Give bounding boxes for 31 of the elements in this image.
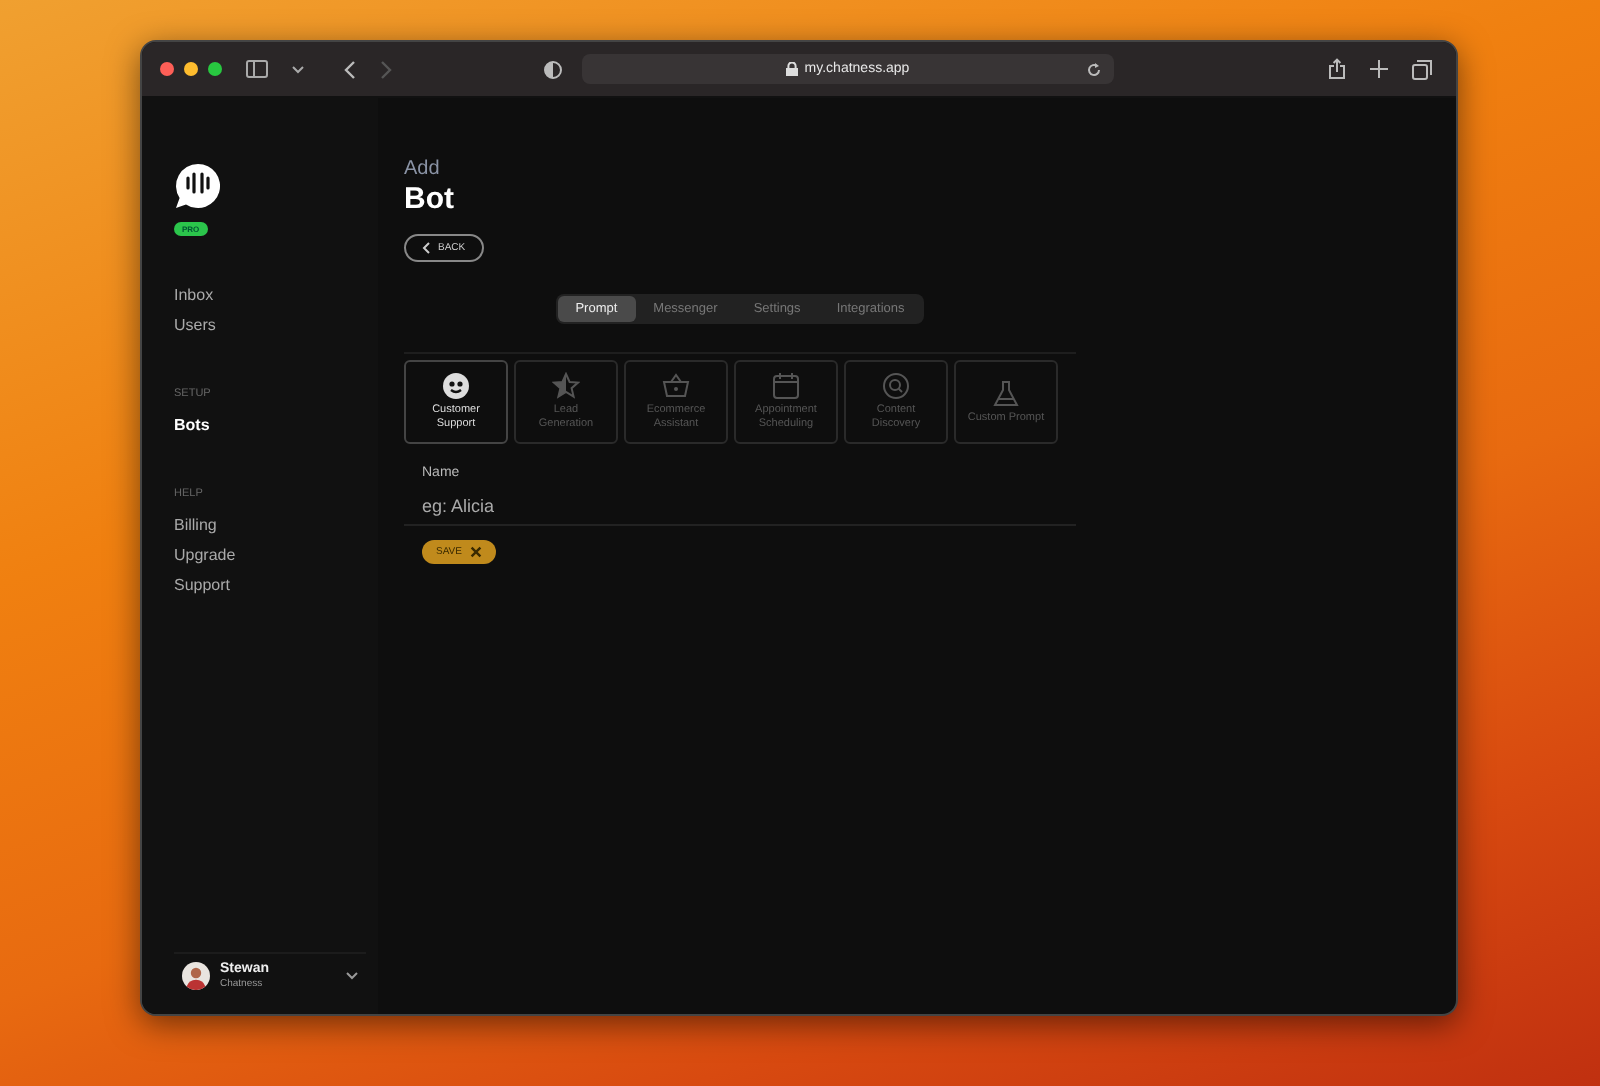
nav-item[interactable]: Billing: [174, 510, 378, 540]
chevron-down-icon[interactable]: [292, 65, 304, 73]
avatar-icon: [182, 962, 210, 990]
nav-item[interactable]: Bots: [174, 410, 378, 440]
chevron-down-icon: [346, 972, 358, 980]
search-icon: [882, 372, 910, 401]
chevron-left-icon: [422, 242, 430, 254]
chat-logo-icon: [174, 162, 222, 210]
nav-item[interactable]: Inbox: [174, 280, 378, 310]
nav-item[interactable]: Upgrade: [174, 540, 378, 570]
back-icon[interactable]: [344, 59, 356, 79]
nav-item[interactable]: Users: [174, 310, 378, 340]
smiley-icon: [442, 372, 470, 401]
minimize-button[interactable]: [184, 62, 198, 76]
calendar-icon: [772, 372, 800, 401]
page-overline: Add: [404, 158, 440, 180]
reload-icon[interactable]: [1086, 61, 1102, 77]
sidebar-icon[interactable]: [246, 60, 268, 78]
zoom-button[interactable]: [208, 62, 222, 76]
page-title: Bot: [404, 182, 454, 216]
star-icon: [552, 372, 580, 401]
plus-icon[interactable]: [1370, 60, 1388, 78]
name-input[interactable]: eg: Alicia: [422, 480, 1058, 524]
flask-icon: [992, 379, 1020, 408]
share-icon[interactable]: [1328, 58, 1346, 80]
nav-item[interactable]: Support: [174, 570, 378, 600]
basket-icon: [662, 372, 690, 401]
close-icon: [469, 546, 482, 558]
lock-icon: [786, 62, 799, 76]
tabs-overview-icon[interactable]: [1412, 59, 1432, 79]
close-button[interactable]: [160, 62, 174, 76]
